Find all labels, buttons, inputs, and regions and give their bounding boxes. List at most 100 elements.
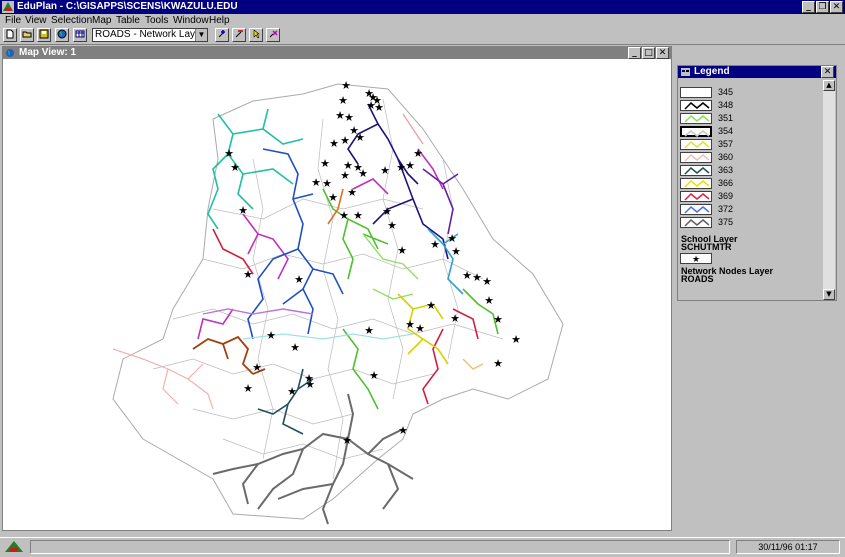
- school-star: ★: [364, 324, 374, 337]
- open-folder-icon[interactable]: [20, 28, 34, 42]
- school-star: ★: [450, 312, 460, 325]
- school-star: ★: [290, 341, 300, 354]
- legend-swatch: [680, 139, 712, 150]
- school-star: ★: [387, 219, 397, 232]
- legend-label: 348: [718, 100, 734, 110]
- table-icon[interactable]: [73, 28, 87, 42]
- minimize-button[interactable]: _: [802, 1, 815, 13]
- legend-label: 354: [718, 126, 734, 136]
- school-star: ★: [335, 109, 345, 122]
- map-view-window: Map View: 1 _ □ ✕ ★ ★ ★ ★ ★ ★ ★ ★ ★ ★ ★ …: [2, 46, 672, 531]
- legend-label: 345: [718, 87, 734, 97]
- school-star: ★: [243, 382, 253, 395]
- school-star: ★: [382, 205, 392, 218]
- status-message: [30, 540, 730, 554]
- school-star: ★: [398, 424, 408, 437]
- school-star: ★: [397, 244, 407, 257]
- school-star: ★: [405, 159, 415, 172]
- delete-node-icon[interactable]: [232, 28, 246, 42]
- map-close-button[interactable]: ✕: [656, 47, 669, 59]
- legend-swatch: [680, 152, 712, 163]
- school-star: ★: [344, 111, 354, 124]
- school-star: ★: [320, 157, 330, 170]
- school-star: ★: [415, 322, 425, 335]
- eduplan-app-icon[interactable]: [2, 1, 14, 13]
- school-star: ★: [238, 204, 248, 217]
- legend-row: 354: [680, 126, 824, 138]
- school-star: ★: [328, 191, 338, 204]
- legend-row: 360: [680, 152, 824, 164]
- add-node-icon[interactable]: [215, 28, 229, 42]
- map-view-caption: Map View: 1 _ □ ✕: [3, 47, 671, 59]
- school-star: ★: [511, 333, 521, 346]
- layer-select[interactable]: ROADS - Network Layer ▼: [92, 28, 208, 42]
- menu-window[interactable]: Window: [173, 15, 209, 26]
- legend-row: 345: [680, 87, 824, 99]
- school-star: ★: [339, 209, 349, 222]
- map-view-title: Map View: 1: [19, 47, 77, 58]
- school-star: ★: [451, 245, 461, 258]
- school-star: ★: [462, 269, 472, 282]
- eduplan-status-icon: [5, 541, 23, 552]
- school-star: ★: [243, 268, 253, 281]
- legend-row: 363: [680, 165, 824, 177]
- menu-file[interactable]: File: [5, 15, 21, 26]
- close-button[interactable]: ✕: [830, 1, 843, 13]
- restore-button[interactable]: ❐: [816, 1, 829, 13]
- remove-selection-icon[interactable]: [266, 28, 280, 42]
- school-star: ★: [353, 209, 363, 222]
- legend-caption: Legend ✕: [678, 66, 836, 78]
- globe-icon[interactable]: [55, 28, 69, 42]
- legend-star-swatch: ★: [680, 253, 712, 265]
- school-star: ★: [355, 131, 365, 144]
- road-network-map[interactable]: ★ ★ ★ ★ ★ ★ ★ ★ ★ ★ ★ ★ ★ ★ ★ ★ ★ ★ ★ ★ …: [3, 59, 671, 530]
- school-star: ★: [447, 232, 457, 245]
- legend-swatch: [680, 113, 712, 124]
- school-star: ★: [311, 176, 321, 189]
- menu-selection[interactable]: Selection: [51, 15, 92, 26]
- school-star: ★: [358, 167, 368, 180]
- menu-bar: File View Selection Map Table Tools Wind…: [0, 14, 845, 27]
- legend-row: 366: [680, 178, 824, 190]
- app-titlebar: EduPlan - C:\GISAPPS\SCENS\KWAZULU.EDU _…: [0, 0, 845, 14]
- school-star: ★: [482, 275, 492, 288]
- legend-close-button[interactable]: ✕: [821, 66, 834, 78]
- legend-label: 351: [718, 113, 734, 123]
- legend-row: 357: [680, 139, 824, 151]
- legend-label: 360: [718, 152, 734, 162]
- school-star: ★: [322, 177, 332, 190]
- menu-view[interactable]: View: [25, 15, 47, 26]
- window-title: EduPlan - C:\GISAPPS\SCENS\KWAZULU.EDU: [17, 1, 238, 12]
- new-file-icon[interactable]: [3, 28, 17, 42]
- save-icon[interactable]: [37, 28, 51, 42]
- menu-map[interactable]: Map: [92, 15, 111, 26]
- school-star: ★: [472, 271, 482, 284]
- chevron-down-icon[interactable]: ▼: [195, 29, 207, 41]
- layer-select-value: ROADS - Network Layer: [95, 29, 204, 40]
- legend-body: 345 348 351 354 357 360 363 366 369 372 …: [680, 80, 824, 300]
- scroll-up-icon[interactable]: ▲: [823, 80, 835, 91]
- school-star: ★: [252, 361, 262, 374]
- menu-help[interactable]: Help: [209, 15, 230, 26]
- school-star: ★: [266, 329, 276, 342]
- scroll-down-icon[interactable]: ▼: [823, 289, 835, 300]
- select-pointer-icon[interactable]: [249, 28, 263, 42]
- map-maximize-button[interactable]: □: [642, 47, 655, 59]
- school-star: ★: [405, 318, 415, 331]
- school-star: ★: [347, 186, 357, 199]
- map-minimize-button[interactable]: _: [628, 47, 641, 59]
- school-star: ★: [294, 273, 304, 286]
- legend-swatch: [680, 126, 712, 137]
- legend-icon: [681, 68, 690, 76]
- legend-row: 369: [680, 191, 824, 203]
- legend-scrollbar[interactable]: ▲ ▼: [823, 80, 835, 300]
- globe-icon: [6, 49, 14, 57]
- status-bar: 30/11/96 01:17: [0, 537, 845, 557]
- menu-tools[interactable]: Tools: [145, 15, 168, 26]
- legend-row: 348: [680, 100, 824, 112]
- svg-text:★: ★: [692, 255, 700, 263]
- status-datetime: 30/11/96 01:17: [736, 540, 840, 554]
- legend-swatch: [680, 191, 712, 202]
- legend-label: 369: [718, 191, 734, 201]
- menu-table[interactable]: Table: [116, 15, 140, 26]
